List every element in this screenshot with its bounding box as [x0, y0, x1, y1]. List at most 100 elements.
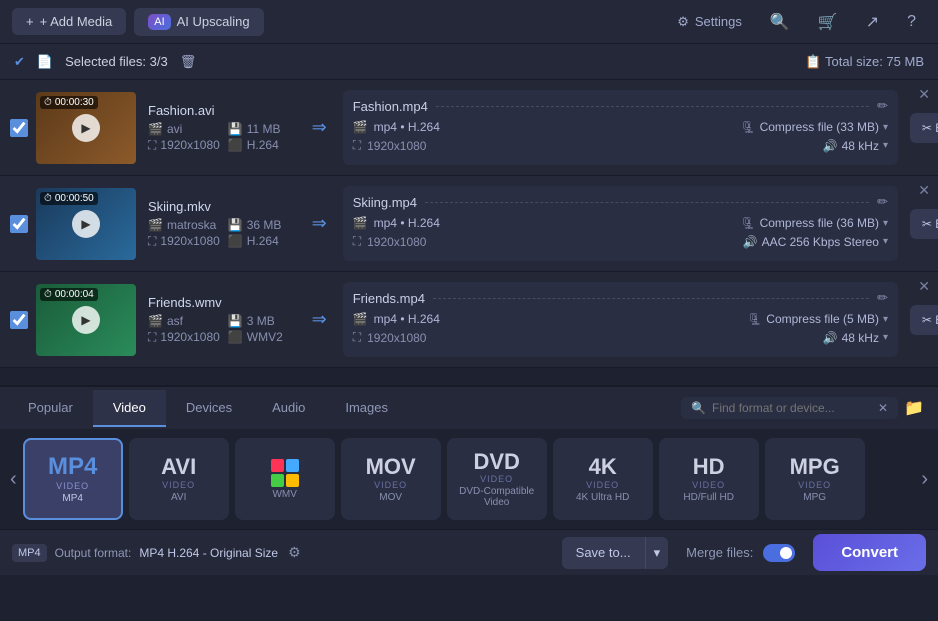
format-section: Popular Video Devices Audio Images 🔍 ✕ 📁…: [0, 385, 938, 529]
thumbnail[interactable]: ⏱00:00:50 ▶: [36, 188, 136, 260]
settings-label: Settings: [695, 14, 742, 29]
resolution-out-value: 1920x1080: [367, 139, 426, 153]
share-button[interactable]: ↗: [856, 6, 889, 38]
output-resolution: ⛶ 1920x1080: [353, 234, 427, 249]
thumbnail[interactable]: ⏱00:00:04 ▶: [36, 284, 136, 356]
format-icon: HD VIDEO: [692, 455, 725, 489]
output-section: Skiing.mp4 ✏ 🎬 mp4 • H.264 🗜 Compress fi…: [343, 186, 898, 261]
size-icon: 💾: [228, 122, 243, 136]
folder-button[interactable]: 📁: [898, 396, 930, 420]
bottom-bar: MP4 Output format: MP4 H.264 - Original …: [0, 529, 938, 575]
resolution-out-value: 1920x1080: [367, 331, 426, 345]
output-audio[interactable]: 🔊 48 kHz ▾: [823, 139, 888, 153]
format-card-avi[interactable]: AVI VIDEO AVI: [129, 438, 229, 520]
edit-button[interactable]: ✂ Edit: [910, 113, 938, 143]
edit-filename-icon[interactable]: ✏: [877, 194, 888, 210]
close-item-button[interactable]: ✕: [918, 86, 930, 103]
media-item: ✕ ⏱00:00:30 ▶ Fashion.avi 🎬 avi 💾 11 MB …: [0, 80, 938, 176]
input-filename: Friends.wmv: [148, 295, 300, 310]
selected-files-label: Selected files: 3/3: [65, 54, 168, 69]
media-checkbox[interactable]: [10, 119, 28, 137]
merge-toggle[interactable]: [763, 544, 795, 562]
save-to-button[interactable]: Save to... ▾: [562, 537, 668, 569]
output-format-value: mp4 • H.264: [374, 120, 440, 134]
tab-audio[interactable]: Audio: [252, 390, 325, 427]
help-button[interactable]: ?: [897, 7, 926, 37]
save-to-label: Save to...: [562, 537, 645, 568]
output-audio[interactable]: 🔊 AAC 256 Kbps Stereo ▾: [743, 235, 888, 249]
format-search-input[interactable]: [712, 401, 872, 415]
audio-icon: 🔊: [743, 235, 758, 249]
close-item-button[interactable]: ✕: [918, 182, 930, 199]
play-button[interactable]: ▶: [72, 210, 100, 238]
format-card-hd[interactable]: HD VIDEO HD/Full HD: [659, 438, 759, 520]
size-prop: 💾 11 MB: [228, 122, 300, 136]
format-card-label: MP4: [62, 493, 83, 504]
audio-icon: 🔊: [823, 139, 838, 153]
output-compress[interactable]: 🗜 Compress file (33 MB) ▾: [740, 120, 888, 134]
duration-label: ⏱00:00:30: [40, 96, 98, 109]
output-format-row: 🎬 mp4 • H.264: [353, 312, 440, 326]
output-compress[interactable]: 🗜 Compress file (5 MB) ▾: [747, 312, 888, 326]
codec-prop: ⬛ H.264: [228, 138, 300, 153]
toolbar: + + Add Media AI AI Upscaling ⚙ Settings…: [0, 0, 938, 44]
format-icon: AVI VIDEO: [161, 455, 196, 489]
format-card-4k[interactable]: 4K VIDEO 4K Ultra HD: [553, 438, 653, 520]
edit-filename-icon[interactable]: ✏: [877, 290, 888, 306]
save-dropdown-arrow[interactable]: ▾: [645, 537, 669, 569]
output-audio[interactable]: 🔊 48 kHz ▾: [823, 331, 888, 345]
convert-arrow-icon: ⇒: [312, 117, 327, 138]
output-compress[interactable]: 🗜 Compress file (36 MB) ▾: [740, 216, 888, 230]
format-icon: 4K VIDEO: [586, 455, 619, 489]
size-prop: 💾 3 MB: [228, 314, 300, 328]
format-card-mov[interactable]: MOV VIDEO MOV: [341, 438, 441, 520]
format-prev-button[interactable]: ‹: [4, 468, 23, 491]
tab-devices[interactable]: Devices: [166, 390, 252, 427]
output-format-row: 🎬 mp4 • H.264: [353, 216, 440, 230]
ai-upscaling-button[interactable]: AI AI Upscaling: [134, 8, 263, 36]
delete-icon[interactable]: 🗑: [180, 54, 197, 70]
compress-label: Compress file (5 MB): [766, 312, 879, 326]
current-format-label: MP4 H.264 - Original Size: [139, 546, 278, 560]
cart-button[interactable]: 🛒: [808, 6, 848, 38]
settings-button[interactable]: ⚙ Settings: [667, 8, 752, 36]
play-button[interactable]: ▶: [72, 306, 100, 334]
resolution-icon: ⛶: [148, 330, 156, 345]
edit-filename-icon[interactable]: ✏: [877, 98, 888, 114]
convert-button[interactable]: Convert: [813, 534, 926, 571]
size-icon: 💾: [228, 314, 243, 328]
format-card-mp4[interactable]: MP4 VIDEO MP4: [23, 438, 123, 520]
search-button[interactable]: 🔍: [760, 6, 800, 38]
media-checkbox[interactable]: [10, 215, 28, 233]
audio-value: 48 kHz: [842, 139, 879, 153]
close-item-button[interactable]: ✕: [918, 278, 930, 295]
search-icon: 🔍: [691, 401, 706, 415]
convert-arrow-icon: ⇒: [312, 309, 327, 330]
tab-video[interactable]: Video: [93, 390, 166, 427]
format-grid-container: ‹ MP4 VIDEO MP4 AVI VIDEO AVI WMV MOV VI…: [0, 429, 938, 529]
output-filename: Fashion.mp4: [353, 99, 428, 114]
output-section: Fashion.mp4 ✏ 🎬 mp4 • H.264 🗜 Compress f…: [343, 90, 898, 165]
edit-button[interactable]: ✂ Edit: [910, 209, 938, 239]
compress-icon: 🗜: [747, 312, 762, 326]
compress-label: Compress file (33 MB): [760, 120, 879, 134]
format-card-dvd[interactable]: DVD VIDEO DVD-Compatible Video: [447, 438, 547, 520]
format-icon: MP4 VIDEO: [48, 454, 97, 490]
tab-popular[interactable]: Popular: [8, 390, 93, 427]
tab-images[interactable]: Images: [325, 390, 408, 427]
compress-icon: 🗜: [740, 216, 755, 230]
clear-search-button[interactable]: ✕: [878, 401, 888, 415]
thumbnail[interactable]: ⏱00:00:30 ▶: [36, 92, 136, 164]
format-settings-button[interactable]: ⚙: [288, 544, 301, 561]
format-card-label: AVI: [171, 492, 186, 503]
file-icon: 📄: [37, 54, 53, 70]
edit-button[interactable]: ✂ Edit: [910, 305, 938, 335]
format-next-button[interactable]: ›: [915, 468, 934, 491]
add-media-button[interactable]: + + Add Media: [12, 8, 126, 35]
media-checkbox[interactable]: [10, 311, 28, 329]
format-card-mpg[interactable]: MPG VIDEO MPG: [765, 438, 865, 520]
format-search-box: 🔍 ✕: [681, 397, 898, 419]
format-card-wmv[interactable]: WMV: [235, 438, 335, 520]
play-button[interactable]: ▶: [72, 114, 100, 142]
convert-arrow-icon: ⇒: [312, 213, 327, 234]
